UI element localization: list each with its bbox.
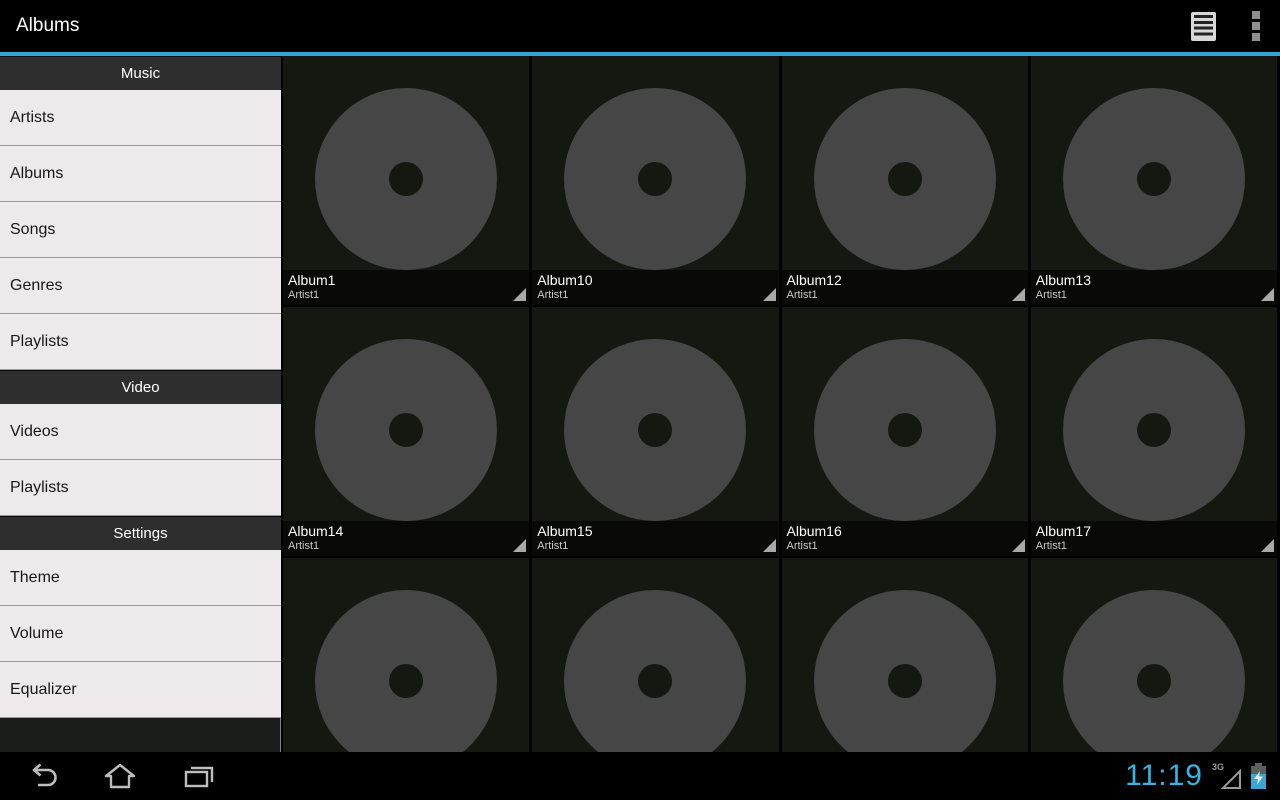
screen: Albums Music Artists Albums Songs Genres Play… [0, 0, 1280, 800]
page-title: Albums [16, 15, 80, 36]
sidebar-header-video: Video [0, 370, 281, 404]
back-button[interactable] [22, 763, 58, 789]
queue-list-lines [1194, 14, 1213, 38]
album-art-disc-icon [315, 88, 498, 270]
sidebar-item-music-artists[interactable]: Artists [0, 90, 281, 146]
album-tile[interactable]: Album14 Artist1 [283, 307, 530, 556]
album-label-bar: Album14 Artist1 [283, 521, 530, 556]
sidebar-item-music-genres[interactable]: Genres [0, 258, 281, 314]
album-artist: Artist1 [1035, 540, 1067, 552]
album-title: Album14 [288, 523, 344, 539]
album-tile[interactable]: Album12 Artist1 [781, 56, 1028, 305]
home-button[interactable] [104, 763, 136, 789]
battery-body [1251, 766, 1266, 789]
content: Music Artists Albums Songs Genres Playlists Vi… [0, 56, 1280, 752]
album-title: Album13 [1035, 272, 1092, 288]
album-art-disc-icon [1062, 339, 1245, 521]
sidebar-item-music-albums[interactable]: Albums [0, 146, 281, 202]
overflow-dot-icon [1252, 11, 1260, 19]
album-art-disc-icon [564, 339, 747, 521]
expand-grip-icon [513, 539, 527, 552]
album-art-disc-icon [564, 590, 747, 752]
sidebar-item-music-songs[interactable]: Songs [0, 202, 281, 258]
battery-charging-icon [1251, 763, 1266, 789]
overflow-dot-icon [1252, 22, 1260, 30]
album-art-disc-icon [813, 88, 996, 270]
queue-list-icon [1191, 11, 1216, 41]
album-artist: Artist1 [288, 540, 320, 552]
now-playing-queue-button[interactable] [1191, 11, 1216, 41]
album-label-bar: Album1 Artist1 [283, 270, 530, 305]
album-title: Album16 [786, 523, 842, 539]
sidebar-header-settings: Settings [0, 516, 281, 550]
expand-grip-icon [513, 288, 527, 301]
charging-bolt-icon [1253, 770, 1263, 785]
album-artist: Artist1 [1035, 289, 1067, 301]
album-artist: Artist1 [537, 540, 569, 552]
sidebar-item-video-playlists[interactable]: Playlists [0, 460, 281, 516]
album-artist: Artist1 [288, 289, 320, 301]
status-clock: 11:19 [1125, 759, 1203, 792]
album-label-bar: Album15 Artist1 [532, 521, 779, 556]
system-nav-bar: 11:19 3G [0, 752, 1280, 800]
album-title: Album12 [786, 272, 842, 288]
album-label-bar: Album16 Artist1 [781, 521, 1028, 556]
sidebar-item-settings-theme[interactable]: Theme [0, 550, 281, 606]
sidebar: Music Artists Albums Songs Genres Playlists Vi… [0, 56, 281, 752]
expand-grip-icon [762, 288, 776, 301]
album-title: Album17 [1035, 523, 1092, 539]
sidebar-item-settings-equalizer[interactable]: Equalizer [0, 662, 281, 718]
album-art-disc-icon [315, 339, 498, 521]
signal-indicator: 3G [1212, 761, 1242, 791]
expand-grip-icon [1011, 288, 1025, 301]
album-grid: Album1 Artist1 Album10 Artist1 Album12 A… [281, 56, 1280, 752]
recents-button[interactable] [182, 763, 216, 789]
album-art-disc-icon [315, 590, 498, 752]
sidebar-filler [0, 718, 281, 752]
album-tile[interactable]: Album10 Artist1 [532, 56, 779, 305]
action-bar: Albums [0, 0, 1280, 52]
album-artist: Artist1 [786, 540, 818, 552]
album-art-disc-icon [813, 590, 996, 752]
album-tile[interactable] [1030, 558, 1277, 752]
album-tile[interactable] [532, 558, 779, 752]
expand-grip-icon [762, 539, 776, 552]
album-tile[interactable] [283, 558, 530, 752]
album-artist: Artist1 [537, 289, 569, 301]
album-tile[interactable]: Album13 Artist1 [1030, 56, 1277, 305]
album-title: Album15 [537, 523, 593, 539]
expand-grip-icon [1011, 539, 1025, 552]
signal-triangle-icon [1221, 768, 1241, 789]
album-tile[interactable] [781, 558, 1028, 752]
nav-buttons [0, 752, 1280, 800]
album-art-disc-icon [1062, 88, 1245, 270]
expand-grip-icon [1261, 288, 1274, 301]
album-tile[interactable]: Album17 Artist1 [1030, 307, 1277, 556]
album-art-disc-icon [1062, 590, 1245, 752]
album-title: Album10 [537, 272, 593, 288]
album-title: Album1 [288, 272, 336, 288]
sidebar-list: Music Artists Albums Songs Genres Playlists Vi… [0, 56, 281, 718]
overflow-dot-icon [1252, 33, 1260, 41]
album-tile[interactable]: Album1 Artist1 [283, 56, 530, 305]
album-label-bar: Album13 Artist1 [1030, 270, 1277, 305]
overflow-menu-button[interactable] [1250, 9, 1262, 43]
sidebar-item-settings-volume[interactable]: Volume [0, 606, 281, 662]
album-label-bar: Album12 Artist1 [781, 270, 1028, 305]
album-art-disc-icon [564, 88, 747, 270]
album-artist: Artist1 [786, 289, 818, 301]
album-tile[interactable]: Album16 Artist1 [781, 307, 1028, 556]
status-cluster: 11:19 3G [1125, 752, 1266, 800]
sidebar-item-video-videos[interactable]: Videos [0, 404, 281, 460]
sidebar-header-music: Music [0, 56, 281, 90]
action-bar-actions [1191, 0, 1262, 52]
expand-grip-icon [1261, 539, 1274, 552]
sidebar-item-music-playlists[interactable]: Playlists [0, 314, 281, 370]
album-tile[interactable]: Album15 Artist1 [532, 307, 779, 556]
album-art-disc-icon [813, 339, 996, 521]
album-label-bar: Album10 Artist1 [532, 270, 779, 305]
album-label-bar: Album17 Artist1 [1030, 521, 1277, 556]
